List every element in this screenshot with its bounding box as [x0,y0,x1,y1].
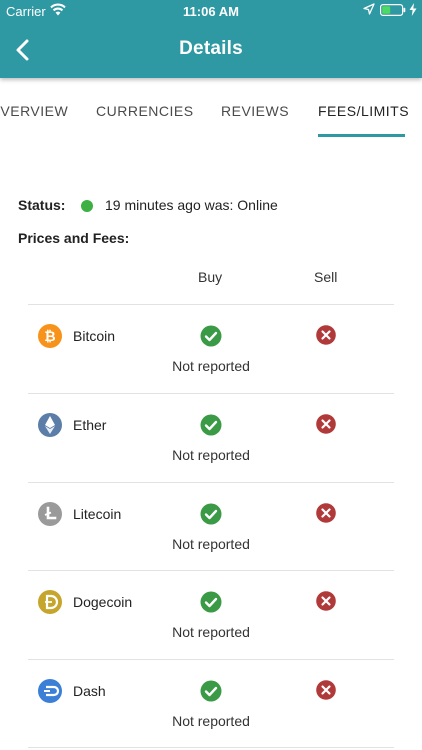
coin-row-litecoin: Litecoin Not reported [0,483,422,572]
not-reported-label: Not reported [172,447,250,463]
cross-icon [316,414,336,434]
check-icon [200,591,222,613]
cross-icon [316,680,336,700]
tab-bar: OVERVIEW CURRENCIES REVIEWS FEES/LIMITS [0,78,422,138]
coin-row-ether: Ether Not reported [0,394,422,483]
sell-column-header: Sell [314,269,338,285]
online-dot-icon [81,200,93,212]
coin-row-dash: Dash Not reported [0,660,422,749]
clock: 11:06 AM [183,4,239,19]
coin-name: Dash [73,683,106,699]
check-icon [200,414,222,436]
not-reported-label: Not reported [172,624,250,640]
not-reported-label: Not reported [172,713,250,729]
not-reported-label: Not reported [172,536,250,552]
tab-overview[interactable]: OVERVIEW [0,103,68,119]
coin-row-dogecoin: Dogecoin Not reported [0,571,422,660]
bitcoin-icon: ₿ [38,324,62,348]
location-icon [363,3,375,18]
cross-icon [316,503,336,523]
page-title: Details [179,38,243,59]
dogecoin-icon [38,590,62,614]
coin-name: Litecoin [73,506,122,522]
status-bar: Carrier 11:06 AM [0,0,422,22]
battery-icon [380,4,406,19]
check-icon [200,680,222,702]
not-reported-label: Not reported [172,358,250,374]
check-icon [200,503,222,525]
cross-icon [316,591,336,611]
cross-icon [316,325,336,345]
prices-heading: Prices and Fees: [18,230,130,246]
dash-icon [38,679,62,703]
buy-column-header: Buy [198,269,223,285]
tab-reviews[interactable]: REVIEWS [221,103,289,119]
check-icon [200,325,222,347]
app-header: Carrier 11:06 AM Details [0,0,422,78]
coin-name: Ether [73,417,107,433]
svg-text:₿: ₿ [44,329,55,345]
coin-row-bitcoin: ₿ Bitcoin Not reported [0,305,422,394]
ether-icon [38,413,62,437]
divider [28,747,394,748]
coin-name: Dogecoin [73,594,133,610]
active-tab-indicator [318,134,405,137]
charging-icon [409,3,417,19]
tab-currencies[interactable]: CURRENCIES [96,103,194,119]
coin-name: Bitcoin [73,328,116,344]
litecoin-icon [38,502,62,526]
status-text: 19 minutes ago was: Online [105,197,278,213]
status-label: Status: [18,197,66,213]
status-row: Status: 19 minutes ago was: Online [18,197,278,213]
tab-fees-limits[interactable]: FEES/LIMITS [318,103,409,119]
